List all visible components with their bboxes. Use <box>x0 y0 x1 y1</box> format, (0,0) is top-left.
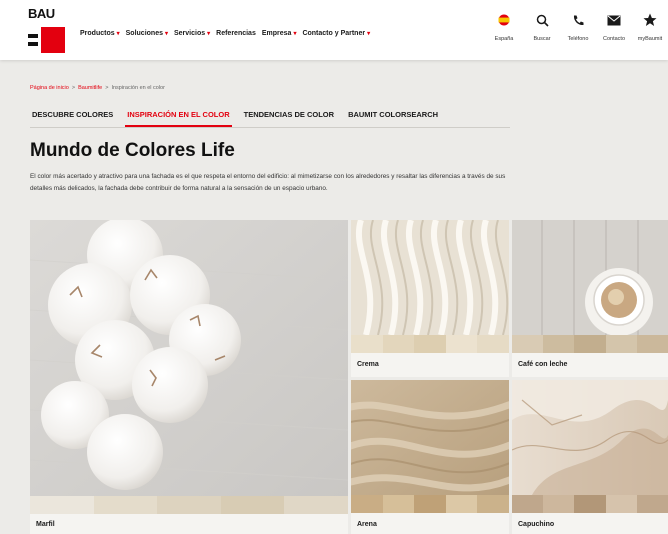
mail-icon <box>604 10 624 30</box>
color-tile-capuchino[interactable]: Capuchino <box>512 380 668 534</box>
color-tabs: DESCUBRE COLORES INSPIRACIÓN EN EL COLOR… <box>30 104 510 128</box>
color-tile-arena[interactable]: Arena <box>351 380 509 534</box>
phone-icon <box>568 10 588 30</box>
nav-item-productos[interactable]: Productos ▾ <box>80 30 120 37</box>
swatch <box>543 335 575 353</box>
logo-text: BAU <box>28 6 55 21</box>
swatch <box>543 495 575 513</box>
color-tile-cafe-con-leche[interactable]: Café con leche <box>512 220 668 377</box>
color-tile-crema[interactable]: Crema <box>351 220 509 377</box>
swatch <box>445 335 478 353</box>
swatch <box>477 335 509 353</box>
swatch-strip <box>351 495 509 513</box>
chevron-down-icon: ▾ <box>367 31 371 37</box>
nav-item-empresa[interactable]: Empresa ▾ <box>262 30 297 37</box>
contact-button[interactable]: Contacto <box>596 10 632 42</box>
tile-label: Marfil <box>36 521 55 528</box>
swatch <box>512 335 544 353</box>
swatch <box>636 495 668 513</box>
tile-label: Crema <box>357 361 379 368</box>
swatch <box>351 495 383 513</box>
tile-label: Capuchino <box>518 521 555 528</box>
nav-item-servicios[interactable]: Servicios ▾ <box>174 30 210 37</box>
phone-button[interactable]: Teléfono <box>560 10 596 42</box>
swatch-strip <box>30 496 348 514</box>
swatch <box>284 496 348 514</box>
swatch <box>445 495 478 513</box>
page-title: Mundo de Colores Life <box>30 140 235 161</box>
swatch <box>605 335 637 353</box>
tile-label: Café con leche <box>518 361 568 368</box>
swatch <box>574 495 606 513</box>
chevron-down-icon: ▾ <box>116 31 120 37</box>
chevron-down-icon: ▾ <box>207 31 211 37</box>
breadcrumb-baumitlife[interactable]: Baumitlife <box>78 85 102 91</box>
nav-item-soluciones[interactable]: Soluciones ▾ <box>126 30 168 37</box>
marble-image <box>512 380 668 495</box>
swatch <box>414 495 446 513</box>
logo-red-block <box>41 27 65 53</box>
swatch <box>382 495 415 513</box>
country-selector[interactable]: España <box>486 10 522 42</box>
color-tile-marfil[interactable]: Marfil <box>30 220 348 534</box>
breadcrumb-home[interactable]: Página de inicio <box>30 85 69 91</box>
swatch <box>382 335 415 353</box>
swatch <box>477 495 509 513</box>
mybaumit-button[interactable]: myBaumit <box>632 10 668 42</box>
chevron-down-icon: ▾ <box>164 31 168 37</box>
tab-tendencias-de-color[interactable]: TENDENCIAS DE COLOR <box>242 104 336 127</box>
wavy-texture-image <box>351 220 509 335</box>
swatch-strip <box>512 495 668 513</box>
swatch <box>220 496 285 514</box>
cotton-image <box>30 220 348 496</box>
page-description: El color más acertado y atractivo para u… <box>30 173 506 192</box>
nav-item-contacto-partner[interactable]: Contacto y Partner ▾ <box>302 30 370 37</box>
linen-fabric-image <box>351 380 509 495</box>
swatch <box>512 495 544 513</box>
swatch <box>605 495 637 513</box>
baumit-logo[interactable]: BAU <box>28 6 68 54</box>
chevron-down-icon: ▾ <box>293 31 297 37</box>
swatch-strip <box>512 335 668 353</box>
breadcrumb-separator: > <box>71 85 76 91</box>
tile-label: Arena <box>357 521 377 528</box>
search-button[interactable]: Buscar <box>524 10 560 42</box>
swatch <box>574 335 606 353</box>
swatch-strip <box>351 335 509 353</box>
tab-descubre-colores[interactable]: DESCUBRE COLORES <box>30 104 115 127</box>
main-nav: Productos ▾ Soluciones ▾ Servicios ▾ Refere… <box>80 30 370 37</box>
swatch <box>30 496 94 514</box>
tab-baumit-colorsearch[interactable]: BAUMIT COLORSEARCH <box>346 104 440 127</box>
tab-inspiracion-en-el-color[interactable]: INSPIRACIÓN EN EL COLOR <box>125 104 232 127</box>
coffee-cup-image <box>512 220 668 335</box>
star-icon <box>640 10 660 30</box>
breadcrumb-current: Inspiración en el color <box>111 85 165 91</box>
swatch <box>157 496 221 514</box>
swatch <box>93 496 158 514</box>
site-header: BAU Productos ▾ Soluciones ▾ Servicios ▾ Re… <box>0 0 668 60</box>
breadcrumb-separator: > <box>105 85 109 91</box>
search-icon <box>532 10 552 30</box>
swatch <box>414 335 446 353</box>
nav-item-referencias[interactable]: Referencias <box>216 30 256 37</box>
breadcrumb: Página de inicio > Baumitlife > Inspirac… <box>30 85 165 91</box>
swatch <box>351 335 383 353</box>
swatch <box>636 335 668 353</box>
spain-flag-icon <box>494 10 514 30</box>
